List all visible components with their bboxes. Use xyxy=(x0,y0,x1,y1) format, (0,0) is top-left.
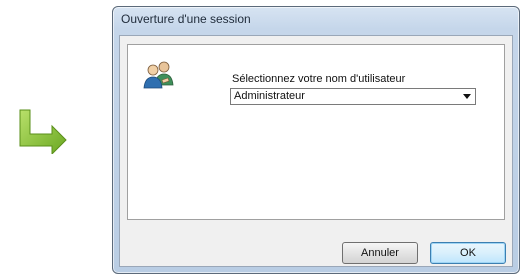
logon-dialog: Ouverture d'une session Sélectionnez vot… xyxy=(112,6,520,274)
username-select-value: Administrateur xyxy=(234,90,305,102)
arrow-down-right-icon xyxy=(19,109,67,154)
content-panel: Sélectionnez votre nom d'utilisateur Adm… xyxy=(127,44,505,220)
username-select[interactable]: Administrateur xyxy=(230,88,476,105)
ok-button[interactable]: OK xyxy=(430,242,506,264)
username-prompt: Sélectionnez votre nom d'utilisateur xyxy=(232,73,406,85)
dialog-body: Sélectionnez votre nom d'utilisateur Adm… xyxy=(119,35,513,267)
cancel-button[interactable]: Annuler xyxy=(342,242,418,264)
users-icon xyxy=(143,61,174,89)
chevron-down-icon[interactable] xyxy=(463,94,471,99)
dialog-title: Ouverture d'une session xyxy=(121,12,251,26)
